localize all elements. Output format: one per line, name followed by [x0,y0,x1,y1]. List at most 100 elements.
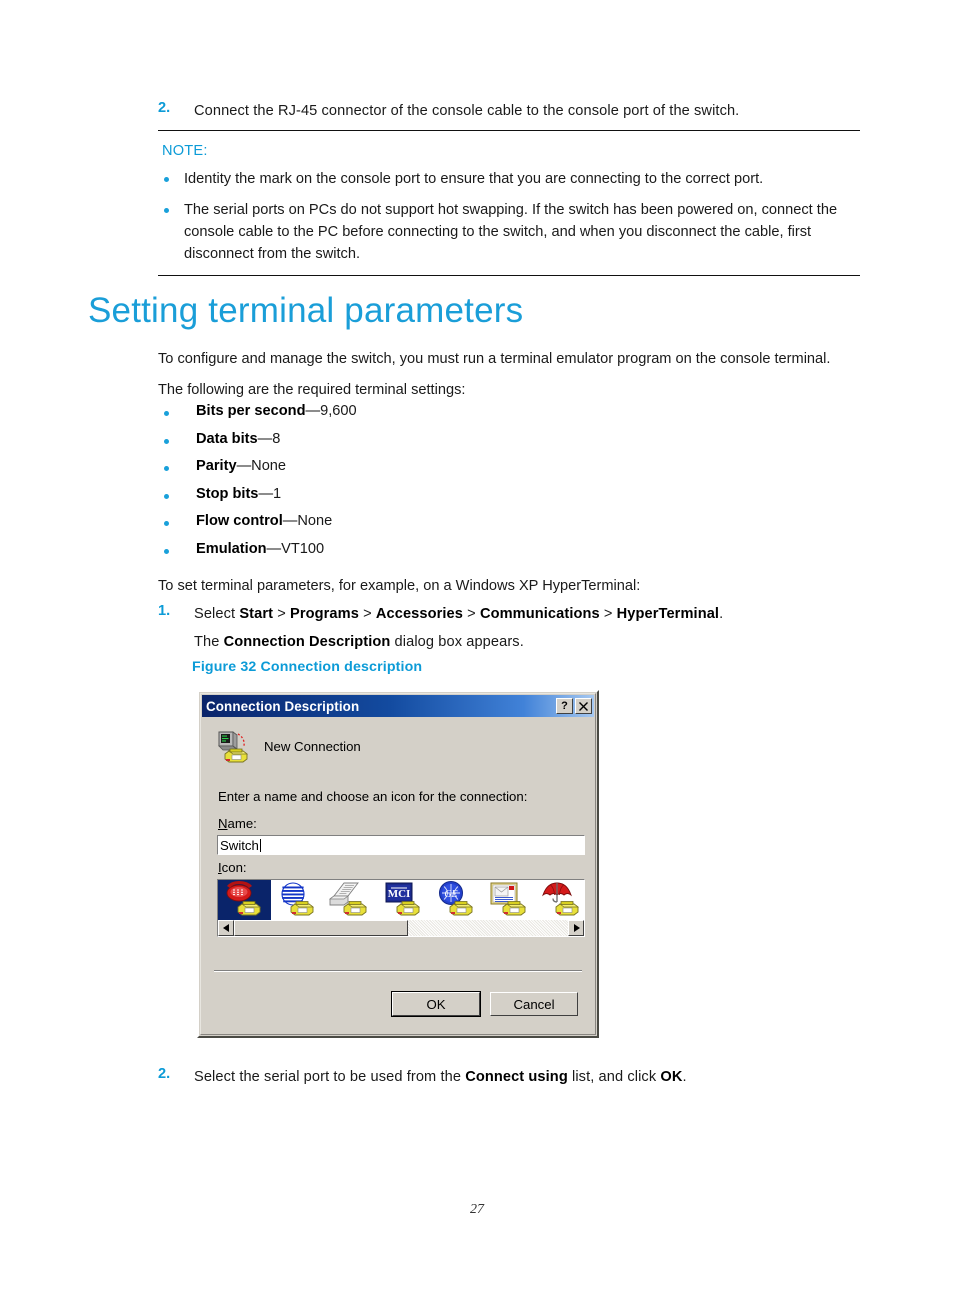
scrollbar-thumb[interactable] [234,920,408,936]
dialog-name-ref: Connection Description [223,634,391,651]
setting-name: Bits per second [196,403,306,419]
setting-name: Data bits [196,430,258,447]
new-connection-row: New Connection [216,729,361,763]
name-label-rest: ame: [227,816,257,831]
step-suffix: . [719,606,724,622]
close-icon[interactable] [575,698,592,714]
svg-text:GE: GE [444,889,457,900]
red-umbrella-icon [542,882,580,916]
step-select-serial-port: 2. Select the serial port to be used fro… [158,1066,864,1088]
dialog-titlebar[interactable]: Connection Description ? [202,695,594,717]
note-item: Identity the mark on the console port to… [158,169,860,191]
help-icon[interactable]: ? [556,698,573,714]
step-prefix: Select the serial port to be used from t… [194,1069,466,1085]
page-number: 27 [470,1202,484,1217]
step-middle: list, and click [567,1069,661,1085]
setting-value: —None [236,458,287,474]
icon-option-blue-striped-globe[interactable] [271,880,324,921]
setting-name: Emulation [196,540,267,557]
blue-globe-ge-icon: GE [439,881,474,916]
icon-option-blue-globe-ge[interactable]: GE [430,880,483,921]
name-input-value: Switch [220,837,259,853]
icon-option-red-umbrella[interactable] [536,880,584,921]
setting-item: Emulation—VT100 [158,541,758,569]
icon-chooser[interactable]: MCI GE [217,879,585,937]
note-item: The serial ports on PCs do not support h… [158,200,860,266]
setting-item: Data bits—8 [158,431,758,459]
icon-strip: MCI GE [218,880,584,921]
name-field-label: Name: [218,816,257,831]
setting-name: Parity [196,458,237,474]
step-number: 2. [158,1066,171,1082]
left-arrow-glyph [222,924,229,932]
setting-item: Flow control—None [158,513,758,541]
ok-ref: OK [660,1069,683,1085]
step-text: Connect the RJ-45 connector of the conso… [194,103,740,119]
connect-using-ref: Connect using [465,1069,568,1085]
scroll-right-icon[interactable] [568,920,584,936]
text-caret [259,838,261,852]
menu-communications: Communications [479,606,600,622]
svg-text:MCI: MCI [388,888,411,900]
cancel-button[interactable]: Cancel [490,992,578,1016]
icon-label-rest: con: [221,860,247,875]
step-text: Select the serial port to be used from t… [194,1066,864,1088]
name-label-mnemonic: N [218,816,228,831]
close-x-glyph [579,701,588,711]
setting-name: Flow control [196,513,283,529]
modem-phone-icon [216,729,254,763]
note-bottom-rule [158,274,860,276]
setting-value: —VT100 [266,540,325,557]
icon-option-mail-documents[interactable] [483,880,536,921]
dialog-body: New Connection Enter a name and choose a… [202,717,594,1033]
icon-scrollbar[interactable] [218,920,584,936]
blue-striped-globe-icon [281,882,315,916]
note-block: NOTE: Identity the mark on the console p… [158,130,860,276]
name-input[interactable]: Switch [217,835,585,855]
followup-prefix: The [194,634,224,651]
path-sep: > [463,606,480,622]
icon-option-red-telephone[interactable] [218,880,271,921]
setting-value: —None [282,513,333,529]
setting-item: Bits per second—9,600 [158,403,758,431]
right-arrow-glyph [573,924,580,932]
menu-hyperterminal: HyperTerminal [616,606,720,622]
path-sep: > [358,606,376,622]
scrollbar-track[interactable] [234,920,568,936]
icon-option-fax-papers[interactable] [324,880,377,921]
dialog-title: Connection Description [206,698,360,714]
mail-documents-icon [490,882,527,916]
dialog-button-row: OK Cancel [391,991,578,1017]
step-connect-rj45: 2. Connect the RJ-45 connector of the co… [158,100,864,122]
menu-accessories: Accessories [375,606,463,622]
step-suffix: . [682,1069,687,1085]
red-telephone-icon [226,881,262,916]
step-prefix: Select [194,606,240,622]
setting-item: Parity—None [158,458,758,486]
setting-value: —8 [257,430,281,447]
note-label: NOTE: [162,143,208,159]
document-page: 2. Connect the RJ-45 connector of the co… [0,0,954,1296]
path-sep: > [273,606,291,622]
ok-button[interactable]: OK [391,991,481,1017]
intro-paragraph: To configure and manage the switch, you … [158,351,831,367]
scroll-left-icon[interactable] [218,920,234,936]
step-number: 2. [158,100,171,116]
step-followup-line: The Connection Description dialog box ap… [194,631,864,653]
icon-option-mci-logo[interactable]: MCI [377,880,430,921]
setting-value: —9,600 [305,403,357,419]
icon-field-label: Icon: [218,860,247,875]
terminal-settings-list: Bits per second—9,600 Data bits—8 Parity… [158,403,758,568]
figure-caption: Figure 32 Connection description [192,659,423,675]
page-title: Setting terminal parameters [88,291,524,330]
connection-description-dialog: Connection Description ? New Connection … [197,690,599,1038]
step-select-hyperterminal: 1. Select Start > Programs > Accessories… [158,603,864,653]
setting-item: Stop bits—1 [158,486,758,514]
modem-phone-glyph [218,731,249,763]
path-sep: > [599,606,617,622]
example-paragraph: To set terminal parameters, for example,… [158,578,641,594]
note-list: Identity the mark on the console port to… [158,169,860,266]
lead-in-paragraph: The following are the required terminal … [158,382,466,398]
note-top-rule [158,130,860,131]
menu-start: Start [239,606,274,622]
